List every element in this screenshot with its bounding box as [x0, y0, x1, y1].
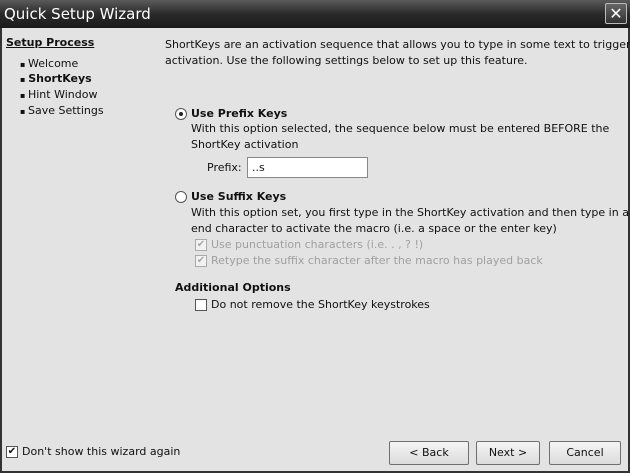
close-icon: ✕ — [609, 4, 623, 23]
intro-line-1: ShortKeys are an activation sequence tha… — [165, 38, 630, 51]
dont-show-checkbox[interactable]: ✔ — [6, 446, 18, 458]
close-button[interactable]: ✕ — [605, 3, 627, 24]
prefix-radio[interactable] — [175, 108, 187, 120]
additional-options-heading: Additional Options — [175, 281, 291, 294]
sidebar-heading: Setup Process — [6, 36, 95, 49]
retype-checkbox[interactable]: ✔ — [195, 255, 207, 267]
cancel-button[interactable]: Cancel — [549, 441, 621, 465]
sidebar-item-hint-window: Hint Window — [20, 88, 97, 101]
punctuation-label: Use punctuation characters (i.e. . , ? !… — [211, 238, 424, 251]
sidebar-item-shortkeys: ShortKeys — [20, 72, 92, 85]
back-button[interactable]: < Back — [389, 441, 469, 465]
dont-show-label: Don't show this wizard again — [22, 445, 181, 458]
window-title: Quick Setup Wizard — [4, 5, 151, 23]
suffix-label[interactable]: Use Suffix Keys — [191, 190, 286, 203]
prefix-label[interactable]: Use Prefix Keys — [191, 107, 287, 120]
prefix-desc-1: With this option selected, the sequence … — [191, 122, 610, 135]
intro-line-2: activation. Use the following settings b… — [165, 54, 528, 67]
suffix-desc-1: With this option set, you first type in … — [191, 206, 630, 219]
no-remove-checkbox[interactable] — [195, 299, 207, 311]
prefix-desc-2: ShortKey activation — [191, 138, 299, 151]
sidebar-item-welcome: Welcome — [20, 57, 78, 70]
prefix-input[interactable]: ..s — [247, 157, 368, 178]
retype-label: Retype the suffix character after the ma… — [211, 254, 543, 267]
prefix-field-label: Prefix: — [207, 161, 242, 174]
sidebar-item-save-settings: Save Settings — [20, 104, 104, 117]
no-remove-label: Do not remove the ShortKey keystrokes — [211, 298, 430, 311]
suffix-desc-2: end character to activate the macro (i.e… — [191, 222, 557, 235]
next-button[interactable]: Next > — [476, 441, 540, 465]
title-bar: Quick Setup Wizard ✕ — [0, 0, 630, 28]
suffix-radio[interactable] — [175, 191, 187, 203]
punctuation-checkbox[interactable]: ✔ — [195, 239, 207, 251]
wizard-body: Setup Process Welcome ShortKeys Hint Win… — [0, 28, 630, 473]
